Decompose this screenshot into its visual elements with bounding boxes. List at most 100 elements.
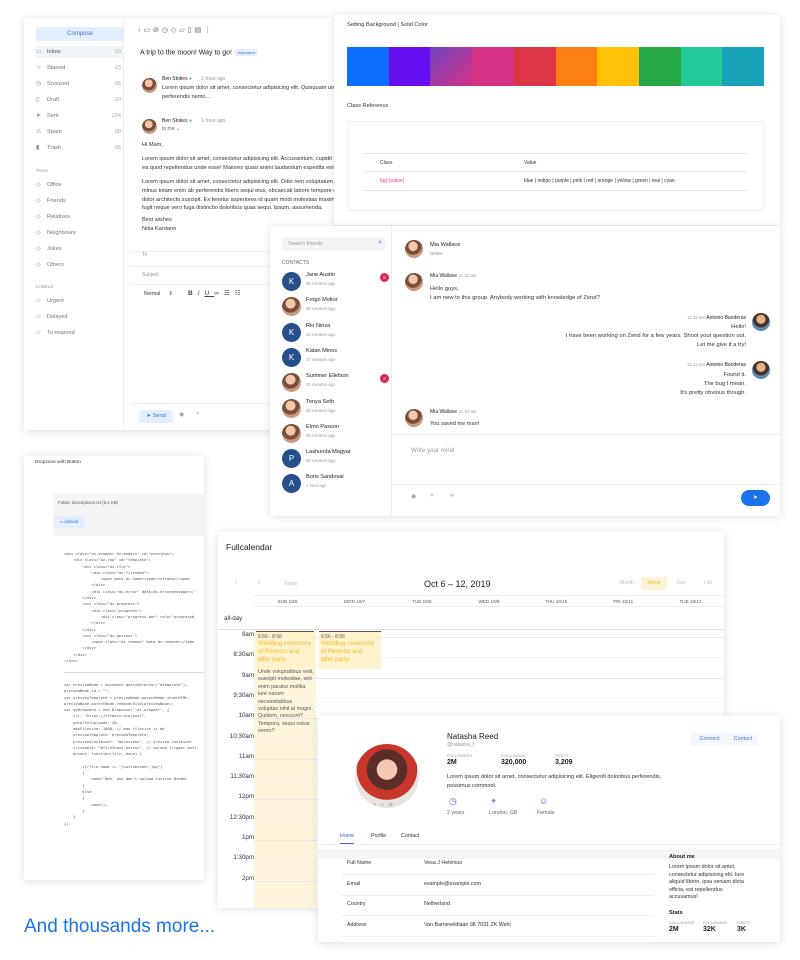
friend-item[interactable]: Elmo Paxson 40 minutes ago — [282, 421, 390, 446]
dropzone-area[interactable]: Folder descriptions.txt (6.2 KB) ▱ Uploa… — [53, 494, 204, 536]
meta-text: London, GB — [489, 810, 518, 816]
clock-icon[interactable]: ◷ — [162, 27, 171, 34]
send-icon: ➤ — [36, 113, 42, 119]
link-icon[interactable]: ∞ — [214, 290, 224, 297]
sidebar-item-label: Sent — [47, 113, 59, 119]
more-icon[interactable]: ⋮ — [204, 27, 214, 34]
event-desc-line: nemo? — [258, 728, 275, 735]
sidebar-item-trash[interactable]: ▮ Trash 05 — [36, 142, 124, 154]
friend-item[interactable]: Frogo Meltor 09 minutes ago — [282, 294, 390, 319]
label-text: Urgent — [47, 298, 64, 304]
sidebar-item-inbox[interactable]: ▭ Inbox 03 — [36, 46, 124, 58]
sidebar-item-count: 05 — [114, 145, 121, 151]
italic-icon[interactable]: I — [198, 290, 205, 297]
tag-item-neighbours[interactable]: ◇ Neighbours — [36, 227, 124, 239]
tag-item-jokes[interactable]: ◇ Jokes — [36, 243, 124, 255]
archive-icon[interactable]: ▭ — [143, 27, 153, 34]
next-icon[interactable]: › — [258, 579, 260, 586]
connect-button[interactable]: Connect — [691, 733, 728, 746]
subject-field[interactable]: Subject — [142, 272, 159, 278]
sidebar-item-starred[interactable]: ☆ Starred 23 — [36, 62, 124, 74]
link-icon[interactable]: ∞ — [450, 492, 455, 499]
send-button[interactable]: ➤ — [741, 490, 770, 506]
to-field[interactable]: To — [142, 252, 147, 258]
field-label: Email — [347, 880, 361, 887]
paragraph-2-line-1: minus totam enim ab perferendis libero s… — [142, 187, 334, 194]
unread-badge: 3 — [380, 374, 389, 384]
label-item-to-respond[interactable]: ▱ To respond — [36, 327, 124, 339]
tab-contact[interactable]: Contact — [401, 833, 419, 839]
friend-item[interactable]: Tonya Seth 34 minutes ago — [282, 396, 390, 421]
about-title: About me — [669, 854, 695, 860]
m1-time: 11:32 am — [458, 273, 477, 278]
message-input[interactable]: Write your mind — [411, 447, 454, 454]
code-line: </div> — [64, 658, 78, 664]
compose-button[interactable]: Compose — [36, 27, 124, 41]
paragraph-2-line-3: fugit neque vero fuga distinctio dolorib… — [142, 205, 323, 212]
tag-icon: ◇ — [36, 214, 41, 220]
about-line: aliquid libero, ipsa veniam dicta — [669, 879, 744, 886]
sidebar-item-spam[interactable]: ⚠ Spam 00 — [36, 126, 124, 138]
bold-icon[interactable]: B — [188, 290, 198, 297]
view-button-list[interactable]: List — [695, 577, 721, 590]
folder-icon[interactable]: ▱ — [179, 27, 187, 34]
send-button[interactable]: ➤ Send — [139, 410, 173, 423]
user-icon[interactable]: ● — [373, 802, 380, 808]
tab-profile[interactable]: Profile — [371, 833, 386, 839]
calendar-event[interactable]: 6:56 - 8:56 Wedding ceremony of Reshizu a… — [319, 631, 381, 669]
tag-icon: ◇ — [36, 198, 41, 204]
paperclip-icon[interactable]: ⌕ — [430, 492, 434, 500]
stat-value: 32K — [703, 926, 716, 933]
sidebar-item-sent[interactable]: ➤ Sent 124 — [36, 110, 124, 122]
divider — [64, 672, 204, 673]
tag-item-relatives[interactable]: ◇ Relatives — [36, 211, 124, 223]
friend-item[interactable]: A Boris Sandoval 1 hour ago — [282, 471, 390, 496]
signoff-line-0: Best wishes — [142, 217, 172, 223]
tag-item-office[interactable]: ◇ Office — [36, 179, 124, 191]
sidebar-item-label: Spam — [47, 129, 62, 135]
underline-icon[interactable]: U — [205, 290, 215, 297]
calendar-event[interactable]: 6:56 - 8:56 Wedding ceremony of Reshizu a… — [256, 631, 314, 669]
tag-item-others[interactable]: ◇ Others — [36, 259, 124, 271]
paperclip-icon[interactable]: ⌕ — [196, 410, 200, 418]
tag-label: Others — [47, 262, 64, 268]
image-icon[interactable]: ▣ — [388, 802, 397, 808]
friend-item[interactable]: P Lashunda Magyar 50 minutes ago — [282, 446, 390, 471]
format-select[interactable]: Normal ⇕ — [144, 291, 173, 297]
contact-button[interactable]: Contact — [728, 733, 758, 746]
subject-text: A trip to the moon! Way to go! — [140, 49, 232, 57]
folder-icon: ▱ — [36, 314, 41, 320]
label-item-delayed[interactable]: ▱ Delayed — [36, 311, 124, 323]
class-reference-title: Class Reference — [347, 103, 389, 109]
divider — [342, 915, 654, 916]
camera-icon[interactable]: ◉ — [179, 411, 184, 418]
sidebar-item-draft[interactable]: ▯ Draft 20 — [36, 94, 124, 106]
trash-icon[interactable]: ▯ — [188, 27, 195, 34]
camera-icon[interactable]: ◉ — [411, 493, 416, 500]
msg2-recipient[interactable]: to me ⌄ — [162, 126, 180, 132]
list-ordered-icon[interactable]: ☷ — [235, 290, 246, 297]
print-icon[interactable]: ▤ — [195, 27, 205, 34]
view-button-week[interactable]: Week — [641, 577, 667, 590]
friend-item[interactable]: K Rio Ninsa 12 minutes ago — [282, 320, 390, 345]
folder-icon: ▱ — [36, 298, 41, 304]
profile-card: ●◎▣ Natasha Reed @natasha_r Connect Cont… — [318, 716, 780, 942]
sidebar-item-count: 23 — [114, 65, 121, 71]
friend-item[interactable]: Summer Ellefson 20 minutes ago 3 — [282, 370, 390, 395]
view-button-month[interactable]: Month — [614, 577, 640, 590]
list-icon[interactable]: ☰ — [224, 290, 235, 297]
sidebar-item-snoozed[interactable]: ◷ Snoozed 05 — [36, 78, 124, 90]
prev-icon[interactable]: ‹ — [235, 579, 237, 586]
friend-item[interactable]: K Jane Austin 05 minutes ago 5 — [282, 269, 390, 294]
friend-item[interactable]: K Katan Minos 17 minutes ago — [282, 345, 390, 370]
tag-item-friends[interactable]: ◇ Friends — [36, 195, 124, 207]
label-item-urgent[interactable]: ▱ Urgent — [36, 295, 124, 307]
m4-header: Mia Wallace 11:34 am — [430, 409, 476, 415]
search-friends-input[interactable]: Search friends ⌕ — [282, 237, 386, 251]
today-button[interactable]: Today — [284, 581, 297, 587]
search-icon[interactable]: ⌕ — [378, 239, 382, 247]
upload-button[interactable]: ▱ Upload — [54, 516, 84, 528]
view-button-day[interactable]: Day — [668, 577, 694, 590]
tab-home[interactable]: Home — [340, 833, 355, 844]
block-icon[interactable]: ⊘ — [153, 27, 162, 34]
